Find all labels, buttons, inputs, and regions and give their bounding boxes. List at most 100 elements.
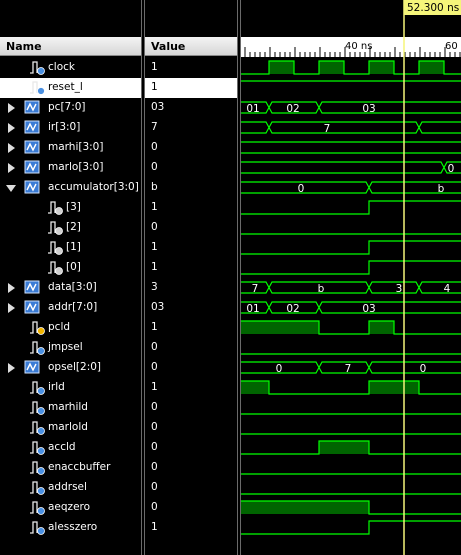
signal-name: aeqzero xyxy=(48,501,91,513)
signal-row[interactable]: marhild xyxy=(0,398,141,418)
expand-triangle-icon[interactable] xyxy=(8,163,15,173)
value-row[interactable]: 1 xyxy=(145,198,237,218)
bus-icon xyxy=(24,280,42,296)
value-row[interactable]: 0 xyxy=(145,358,237,378)
signal-row[interactable]: pcld xyxy=(0,318,141,338)
signal-row[interactable]: marhi[3:0] xyxy=(0,138,141,158)
bus-icon xyxy=(24,100,42,116)
signal-row[interactable]: [2] xyxy=(0,218,141,238)
bus-value-label: 01 xyxy=(246,303,259,315)
value-row[interactable]: 03 xyxy=(145,298,237,318)
input-signal-icon xyxy=(28,340,46,356)
value-row[interactable]: 0 xyxy=(145,398,237,418)
bus-value-label: 03 xyxy=(362,103,375,115)
signal-row[interactable]: ir[3:0] xyxy=(0,118,141,138)
value-row[interactable]: 3 xyxy=(145,278,237,298)
value-row[interactable]: 03 xyxy=(145,98,237,118)
signal-row[interactable]: data[3:0] xyxy=(0,278,141,298)
high-level-fill xyxy=(319,441,369,454)
bus-value-label: 7 xyxy=(345,363,352,375)
signal-row[interactable]: marlo[3:0] xyxy=(0,158,141,178)
cursor-time-label: 52.300 ns xyxy=(407,2,459,14)
waveform-canvas[interactable]: 40 ns60 n010203700b7b3401020307052.300 n… xyxy=(241,0,461,555)
expand-triangle-icon[interactable] xyxy=(8,123,15,133)
value-row[interactable]: 1 xyxy=(145,78,237,98)
signal-row[interactable]: clock xyxy=(0,58,141,78)
signal-row[interactable]: jmpsel xyxy=(0,338,141,358)
value-panel: Value 1 1 03 7 0 0 b 1 0 1 1 3 03 1 0 0 1 0 0 0 0 0 0 1 xyxy=(144,0,238,555)
expand-triangle-icon[interactable] xyxy=(8,363,15,373)
signal-row[interactable]: pc[7:0] xyxy=(0,98,141,118)
bit-signal-icon xyxy=(46,200,64,216)
value-row[interactable]: 0 xyxy=(145,438,237,458)
waveform-ir[3:0]: 7 xyxy=(241,121,461,135)
value-row[interactable]: b xyxy=(145,178,237,198)
high-level-fill xyxy=(369,61,394,74)
waveform-[1] xyxy=(241,240,461,255)
signal-name: pc[7:0] xyxy=(48,101,86,113)
input-signal-icon xyxy=(28,500,46,516)
expand-triangle-icon[interactable] xyxy=(8,303,15,313)
input-signal-icon xyxy=(28,80,46,96)
value-row[interactable]: 0 xyxy=(145,338,237,358)
signal-row[interactable]: irld xyxy=(0,378,141,398)
value-row[interactable]: 1 xyxy=(145,518,237,538)
expand-triangle-icon[interactable] xyxy=(8,103,15,113)
signal-row[interactable]: accld xyxy=(0,438,141,458)
signal-row[interactable]: aeqzero xyxy=(0,498,141,518)
bus-value-label: b xyxy=(438,183,445,195)
waveform-[3] xyxy=(241,200,461,215)
signal-row[interactable]: addr[7:0] xyxy=(0,298,141,318)
value-row[interactable]: 0 xyxy=(145,458,237,478)
value-row[interactable]: 0 xyxy=(145,418,237,438)
bus-value-label: 0 xyxy=(298,183,305,195)
value-row[interactable]: 0 xyxy=(145,158,237,178)
waveform-panel[interactable]: 40 ns60 n010203700b7b3401020307052.300 n… xyxy=(240,0,461,555)
expand-triangle-icon[interactable] xyxy=(8,283,15,293)
value-row[interactable]: 1 xyxy=(145,258,237,278)
waveform-marlo[3:0]: 0 xyxy=(241,161,461,175)
high-level-fill xyxy=(369,381,419,394)
bus-value-label: 7 xyxy=(252,283,259,295)
collapse-triangle-icon[interactable] xyxy=(6,185,16,192)
value-row[interactable]: 0 xyxy=(145,498,237,518)
signal-name: ir[3:0] xyxy=(48,121,81,133)
signal-name: pcld xyxy=(48,321,71,333)
signal-row[interactable]: [1] xyxy=(0,238,141,258)
name-column-header[interactable]: Name xyxy=(0,37,141,56)
signal-row[interactable]: marlold xyxy=(0,418,141,438)
bit-signal-icon xyxy=(46,220,64,236)
signal-value: 0 xyxy=(151,421,158,433)
value-row[interactable]: 1 xyxy=(145,318,237,338)
signal-name: data[3:0] xyxy=(48,281,97,293)
signal-value: 03 xyxy=(151,301,165,313)
value-row[interactable]: 0 xyxy=(145,218,237,238)
signal-value: 0 xyxy=(151,141,158,153)
input-signal-icon xyxy=(28,520,46,536)
signal-row[interactable]: [0] xyxy=(0,258,141,278)
signal-row[interactable]: opsel[2:0] xyxy=(0,358,141,378)
signal-row[interactable]: alesszero xyxy=(0,518,141,538)
signal-row[interactable]: accumulator[3:0] xyxy=(0,178,141,198)
bit-trace xyxy=(241,260,461,275)
bus-trace-top xyxy=(241,161,461,169)
bus-trace-bottom xyxy=(241,286,461,294)
bus-trace-bottom xyxy=(241,106,461,114)
value-row[interactable]: 1 xyxy=(145,238,237,258)
value-row[interactable]: 1 xyxy=(145,58,237,78)
signal-row[interactable]: addrsel xyxy=(0,478,141,498)
value-row[interactable]: 7 xyxy=(145,118,237,138)
signal-row[interactable]: reset_l xyxy=(0,78,141,98)
signal-row[interactable]: [3] xyxy=(0,198,141,218)
value-row[interactable]: 0 xyxy=(145,478,237,498)
signal-value: 0 xyxy=(151,341,158,353)
value-row[interactable]: 0 xyxy=(145,138,237,158)
signal-row[interactable]: enaccbuffer xyxy=(0,458,141,478)
signal-value: 0 xyxy=(151,401,158,413)
output-signal-icon xyxy=(28,320,46,336)
waveform-[0] xyxy=(241,260,461,275)
value-row[interactable]: 1 xyxy=(145,378,237,398)
input-signal-icon xyxy=(28,460,46,476)
expand-triangle-icon[interactable] xyxy=(8,143,15,153)
value-column-header[interactable]: Value xyxy=(145,37,237,56)
